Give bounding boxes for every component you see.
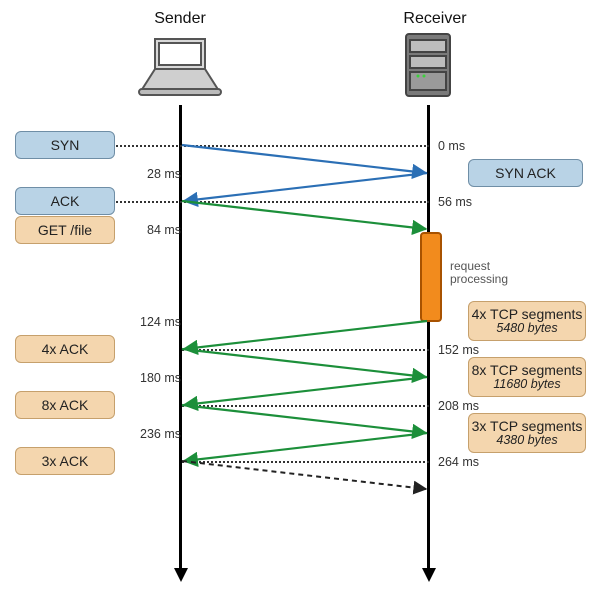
event-syn: SYN xyxy=(15,131,115,159)
event-ack4: 4x ACK xyxy=(15,335,115,363)
tick-line xyxy=(113,145,429,147)
tick-line xyxy=(182,461,429,463)
time-152: 152 ms xyxy=(438,343,479,357)
sender-title: Sender xyxy=(120,10,240,28)
event-seg3: 3x TCP segments 4380 bytes xyxy=(468,413,586,453)
time-236: 236 ms xyxy=(140,427,181,441)
arrowhead-icon xyxy=(174,568,188,582)
seg8-label: 8x TCP segments xyxy=(472,363,583,377)
processing-label: request processing xyxy=(450,260,508,286)
event-ack8: 8x ACK xyxy=(15,391,115,419)
time-28: 28 ms xyxy=(147,167,181,181)
server-icon xyxy=(398,30,458,110)
seg8-bytes: 11680 bytes xyxy=(493,378,560,391)
laptop-icon xyxy=(135,35,225,105)
seg3-label: 3x TCP segments xyxy=(472,419,583,433)
processing-bar xyxy=(420,232,442,322)
event-synack: SYN ACK xyxy=(468,159,583,187)
time-208: 208 ms xyxy=(438,399,479,413)
receiver-title: Receiver xyxy=(380,10,490,28)
receiver-lifeline xyxy=(427,105,430,569)
event-seg4: 4x TCP segments 5480 bytes xyxy=(468,301,586,341)
event-ack: ACK xyxy=(15,187,115,215)
seg3-bytes: 4380 bytes xyxy=(496,434,557,447)
seg4-label: 4x TCP segments xyxy=(472,307,583,321)
event-ack3: 3x ACK xyxy=(15,447,115,475)
tick-line xyxy=(182,405,429,407)
message-arrows xyxy=(0,0,600,589)
time-124: 124 ms xyxy=(140,315,181,329)
tick-line xyxy=(113,201,429,203)
time-0: 0 ms xyxy=(438,139,465,153)
time-84: 84 ms xyxy=(147,223,181,237)
time-264: 264 ms xyxy=(438,455,479,469)
event-get: GET /file xyxy=(15,216,115,244)
time-180: 180 ms xyxy=(140,371,181,385)
event-seg8: 8x TCP segments 11680 bytes xyxy=(468,357,586,397)
seg4-bytes: 5480 bytes xyxy=(496,322,557,335)
sequence-diagram: Sender Receiver xyxy=(0,0,600,589)
tick-line xyxy=(182,349,429,351)
arrowhead-icon xyxy=(422,568,436,582)
time-56: 56 ms xyxy=(438,195,472,209)
